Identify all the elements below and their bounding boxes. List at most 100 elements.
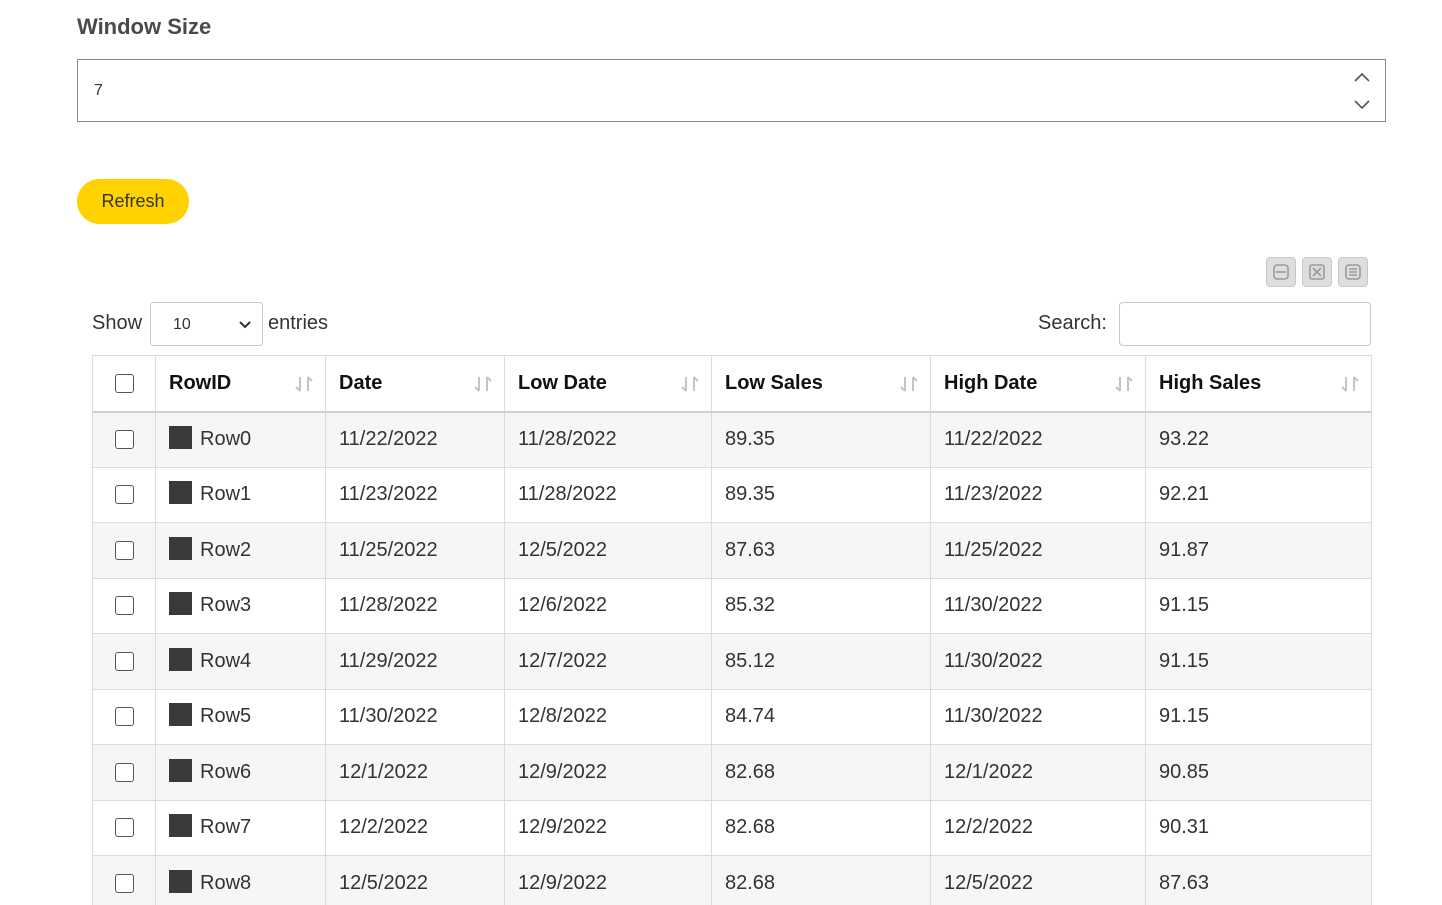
select-all-cell xyxy=(92,355,156,413)
column-header-label: Low Sales xyxy=(725,371,823,394)
cell-high-sales: 91.15 xyxy=(1145,633,1372,690)
collapse-icon[interactable] xyxy=(1266,257,1296,287)
cell-rowid-text: Row8 xyxy=(200,871,252,894)
cell-high-date: 11/30/2022 xyxy=(930,633,1146,690)
cell-rowid: Row1 xyxy=(155,466,326,523)
cell-rowid-text: Row2 xyxy=(200,538,252,561)
cell-high-date: 11/23/2022 xyxy=(930,466,1146,523)
table-row[interactable]: Row1 11/23/2022 11/28/2022 89.35 11/23/2… xyxy=(92,466,1372,523)
table-row[interactable]: Row3 11/28/2022 12/6/2022 85.32 11/30/20… xyxy=(92,577,1372,634)
row-color-swatch xyxy=(169,647,192,671)
cell-high-date: 12/1/2022 xyxy=(930,744,1146,801)
row-checkbox[interactable] xyxy=(114,485,134,505)
cell-date: 12/1/2022 xyxy=(325,744,505,801)
table-row[interactable]: Row6 12/1/2022 12/9/2022 82.68 12/1/2022… xyxy=(92,744,1372,801)
cell-high-sales: 93.22 xyxy=(1145,411,1372,468)
sort-icon[interactable] xyxy=(1339,373,1361,401)
table-row[interactable]: Row4 11/29/2022 12/7/2022 85.12 11/30/20… xyxy=(92,633,1372,690)
row-select-cell xyxy=(92,799,156,856)
row-color-swatch xyxy=(169,758,192,782)
cell-high-date: 11/30/2022 xyxy=(930,688,1146,745)
column-header-high-sales[interactable]: High Sales xyxy=(1145,355,1372,413)
cell-rowid-text: Row4 xyxy=(200,649,252,672)
cell-rowid-text: Row0 xyxy=(200,427,252,450)
refresh-button[interactable]: Refresh xyxy=(77,179,189,224)
sort-icon[interactable] xyxy=(898,373,920,401)
sort-icon[interactable] xyxy=(293,373,315,401)
row-checkbox[interactable] xyxy=(114,873,134,893)
cell-low-sales: 82.68 xyxy=(711,855,931,905)
data-table: RowID Date Low Date Low Sales High Date xyxy=(92,355,1372,905)
chevron-down-icon[interactable] xyxy=(1351,94,1373,116)
row-select-cell xyxy=(92,744,156,801)
cell-high-sales: 91.87 xyxy=(1145,522,1372,579)
column-header-date[interactable]: Date xyxy=(325,355,505,413)
sort-icon[interactable] xyxy=(472,373,494,401)
row-checkbox[interactable] xyxy=(114,707,134,727)
cell-date: 12/2/2022 xyxy=(325,799,505,856)
fullscreen-icon[interactable] xyxy=(1302,257,1332,287)
row-select-cell xyxy=(92,411,156,468)
row-checkbox[interactable] xyxy=(114,651,134,671)
row-select-cell xyxy=(92,522,156,579)
row-select-cell xyxy=(92,577,156,634)
chevron-up-icon[interactable] xyxy=(1351,66,1373,88)
cell-rowid-text: Row7 xyxy=(200,816,252,839)
window-size-value[interactable]: 7 xyxy=(94,82,103,100)
table-row[interactable]: Row8 12/5/2022 12/9/2022 82.68 12/5/2022… xyxy=(92,855,1372,905)
menu-icon[interactable] xyxy=(1338,257,1368,287)
chevron-down-icon[interactable] xyxy=(238,317,252,335)
cell-date: 11/25/2022 xyxy=(325,522,505,579)
window-size-input[interactable]: 7 xyxy=(77,59,1386,122)
cell-low-date: 12/9/2022 xyxy=(504,855,712,905)
column-header-label: RowID xyxy=(169,371,232,394)
sort-icon[interactable] xyxy=(679,373,701,401)
cell-low-sales: 82.68 xyxy=(711,799,931,856)
column-header-rowid[interactable]: RowID xyxy=(155,355,326,413)
row-select-cell xyxy=(92,466,156,523)
search-label: Search: xyxy=(1038,312,1107,334)
cell-rowid: Row3 xyxy=(155,577,326,634)
row-checkbox[interactable] xyxy=(114,430,134,450)
sort-icon[interactable] xyxy=(1113,373,1135,401)
cell-rowid: Row0 xyxy=(155,411,326,468)
cell-low-date: 12/7/2022 xyxy=(504,633,712,690)
cell-rowid-text: Row1 xyxy=(200,483,252,506)
table-row[interactable]: Row0 11/22/2022 11/28/2022 89.35 11/22/2… xyxy=(92,411,1372,468)
row-checkbox[interactable] xyxy=(114,762,134,782)
row-color-swatch xyxy=(169,703,192,727)
table-row[interactable]: Row2 11/25/2022 12/5/2022 87.63 11/25/20… xyxy=(92,522,1372,579)
cell-date: 11/22/2022 xyxy=(325,411,505,468)
cell-rowid-text: Row3 xyxy=(200,594,252,617)
cell-high-sales: 92.21 xyxy=(1145,466,1372,523)
cell-low-date: 11/28/2022 xyxy=(504,411,712,468)
column-header-high-date[interactable]: High Date xyxy=(930,355,1146,413)
entries-select-value[interactable]: 10 xyxy=(173,316,191,334)
table-row[interactable]: Row7 12/2/2022 12/9/2022 82.68 12/2/2022… xyxy=(92,799,1372,856)
table-row[interactable]: Row5 11/30/2022 12/8/2022 84.74 11/30/20… xyxy=(92,688,1372,745)
cell-rowid: Row6 xyxy=(155,744,326,801)
column-header-low-sales[interactable]: Low Sales xyxy=(711,355,931,413)
cell-date: 11/29/2022 xyxy=(325,633,505,690)
select-all-checkbox[interactable] xyxy=(114,373,134,393)
cell-low-date: 12/9/2022 xyxy=(504,744,712,801)
cell-date: 11/23/2022 xyxy=(325,466,505,523)
search-input[interactable] xyxy=(1119,302,1371,346)
row-color-swatch xyxy=(169,426,192,450)
row-checkbox[interactable] xyxy=(114,818,134,838)
cell-rowid-text: Row5 xyxy=(200,705,252,728)
cell-low-sales: 89.35 xyxy=(711,466,931,523)
window-size-label: Window Size xyxy=(77,14,212,39)
entries-select[interactable]: 10 xyxy=(150,302,263,346)
row-color-swatch xyxy=(169,592,192,616)
column-header-low-date[interactable]: Low Date xyxy=(504,355,712,413)
entries-label: entries xyxy=(268,312,329,334)
cell-high-date: 11/22/2022 xyxy=(930,411,1146,468)
cell-date: 11/30/2022 xyxy=(325,688,505,745)
row-color-swatch xyxy=(169,814,192,838)
row-checkbox[interactable] xyxy=(114,596,134,616)
cell-high-sales: 91.15 xyxy=(1145,688,1372,745)
table-header-row: RowID Date Low Date Low Sales High Date xyxy=(92,355,1372,413)
row-checkbox[interactable] xyxy=(114,540,134,560)
cell-low-date: 11/28/2022 xyxy=(504,466,712,523)
